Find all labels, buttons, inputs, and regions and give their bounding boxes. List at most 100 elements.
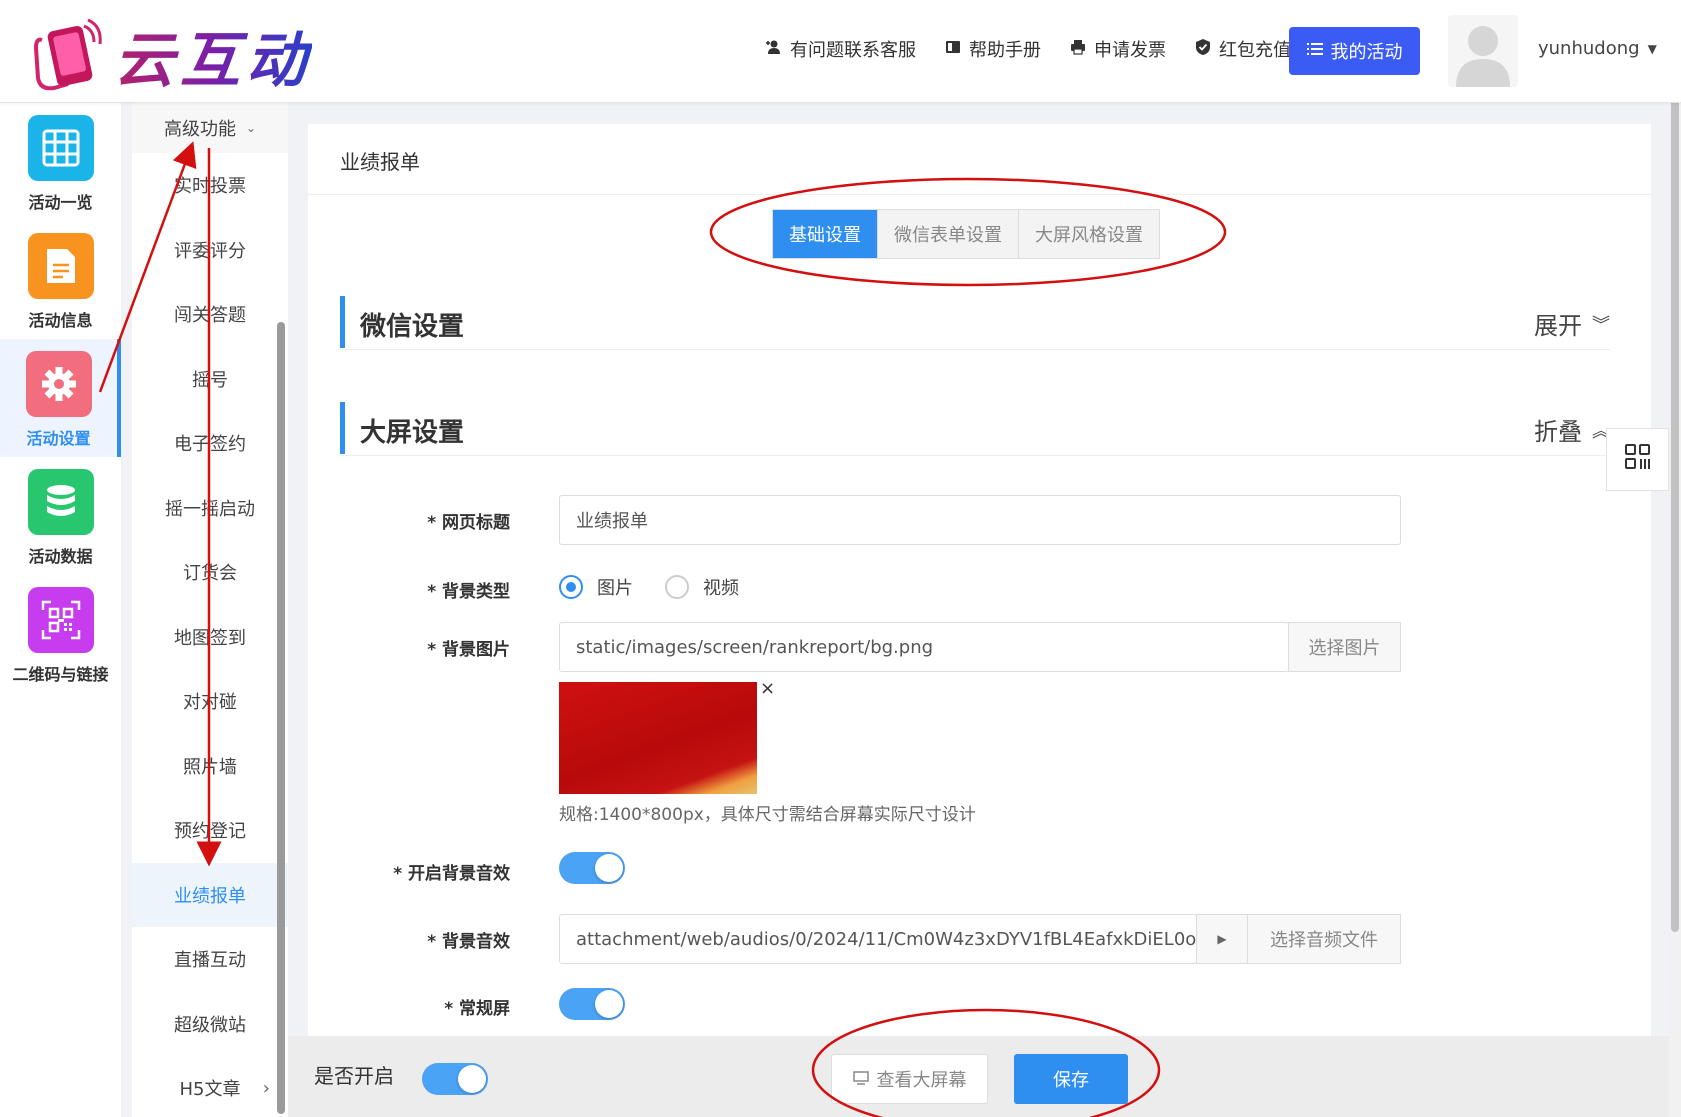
wechat-expand-toggle[interactable]: 展开 ︾: [1534, 306, 1610, 341]
sub-item-shake-start[interactable]: 摇一摇启动: [132, 476, 288, 541]
grid-icon: [27, 115, 94, 181]
page-title: 业绩报单: [340, 150, 420, 174]
background-image-preview: [559, 682, 757, 794]
bg-type-radio-group: 图片 视频: [559, 574, 739, 600]
section-accent-bar: [340, 402, 345, 454]
double-chevron-down-icon: ︾: [1592, 314, 1610, 336]
section-accent-bar: [340, 296, 345, 348]
sub-item-order-meeting[interactable]: 订货会: [132, 540, 288, 605]
bg-music-enable-toggle[interactable]: [559, 852, 625, 884]
list-icon: [1306, 41, 1323, 62]
printer-icon: [1069, 38, 1087, 61]
bg-image-field-label: * 背景图片: [427, 640, 510, 660]
qrcode-icon: [27, 587, 94, 653]
main-sidebar: 活动一览 活动信息 活动设置 活动数据 二维码与链接: [0, 103, 121, 1117]
image-size-hint: 规格:1400*800px，具体尺寸需结合屏幕实际尺寸设计: [559, 805, 976, 825]
my-activity-button[interactable]: 我的活动: [1289, 27, 1420, 75]
sub-item-judge-score[interactable]: 评委评分: [132, 218, 288, 283]
tab-basic-settings[interactable]: 基础设置: [773, 210, 878, 258]
advanced-features-header[interactable]: 高级功能 ⌄: [132, 103, 288, 153]
sub-item-realtime-vote[interactable]: 实时投票: [132, 153, 288, 218]
book-icon: [944, 38, 962, 61]
sub-item-photo-wall[interactable]: 照片墙: [132, 734, 288, 799]
sidebar-label-activity-list: 活动一览: [28, 193, 93, 212]
logo-text: 云互动: [114, 12, 312, 99]
sub-item-live-interaction[interactable]: 直播互动: [132, 927, 288, 992]
user-add-icon: [765, 38, 783, 61]
gear-icon: [25, 351, 92, 417]
bg-type-image-radio[interactable]: [559, 575, 583, 599]
sub-item-match-game[interactable]: 对对碰: [132, 669, 288, 734]
sub-sidebar-scrollbar[interactable]: [277, 322, 285, 1114]
bg-type-field-label: * 背景类型: [427, 582, 510, 602]
play-audio-button[interactable]: ▶: [1196, 914, 1248, 964]
choose-audio-button[interactable]: 选择音频文件: [1247, 914, 1401, 964]
chevron-right-icon: ›: [262, 1077, 270, 1099]
normal-screen-toggle[interactable]: [559, 988, 625, 1020]
bg-image-path-input[interactable]: static/images/screen/rankreport/bg.png: [559, 622, 1289, 672]
bg-music-path-input[interactable]: attachment/web/audios/0/2024/11/Cm0W4z3x…: [559, 914, 1197, 964]
logo[interactable]: 云互动: [28, 12, 312, 99]
play-icon: ▶: [1217, 932, 1227, 946]
sub-item-lottery-number[interactable]: 摇号: [132, 347, 288, 412]
sub-item-micro-site[interactable]: 超级微站: [132, 992, 288, 1057]
page-scrollbar-thumb[interactable]: [1671, 2, 1679, 932]
qrcode-icon: [1624, 443, 1652, 476]
bg-type-video-label: 视频: [703, 578, 739, 599]
screen-settings-title: 大屏设置: [360, 418, 465, 448]
choose-image-button[interactable]: 选择图片: [1288, 622, 1401, 672]
chevron-down-icon: ⌄: [245, 121, 257, 135]
sidebar-item-qrcode-links[interactable]: 二维码与链接: [0, 575, 121, 693]
settings-card: 业绩报单 基础设置 微信表单设置 大屏风格设置 微信设置 展开 ︾ 大屏设置 折…: [308, 124, 1651, 1037]
title-divider: [308, 194, 1651, 195]
nav-invoice[interactable]: 申请发票: [1069, 36, 1166, 62]
settings-tabs: 基础设置 微信表单设置 大屏风格设置: [772, 209, 1160, 259]
normal-screen-label: * 常规屏: [444, 999, 510, 1019]
sidebar-item-activity-list[interactable]: 活动一览: [0, 103, 121, 221]
bottom-action-bar: 是否开启 查看大屏幕 保存: [288, 1036, 1670, 1117]
save-button[interactable]: 保存: [1014, 1054, 1128, 1104]
database-icon: [27, 469, 94, 535]
nav-recharge[interactable]: 红包充值: [1194, 36, 1291, 62]
enable-toggle[interactable]: [422, 1063, 488, 1095]
feature-sidebar: 高级功能 ⌄ 实时投票 评委评分 闯关答题 摇号 电子签约 摇一摇启动 订货会 …: [132, 103, 288, 1117]
tab-wechat-form-settings[interactable]: 微信表单设置: [878, 210, 1019, 258]
sidebar-item-activity-data[interactable]: 活动数据: [0, 457, 121, 575]
tab-screen-style-settings[interactable]: 大屏风格设置: [1019, 210, 1159, 258]
logo-phone-icon: [28, 18, 104, 94]
sub-item-performance-report[interactable]: 业绩报单: [132, 862, 288, 927]
sub-item-quiz[interactable]: 闯关答题: [132, 282, 288, 347]
sidebar-label-activity-data: 活动数据: [28, 547, 93, 566]
sidebar-item-activity-info[interactable]: 活动信息: [0, 221, 121, 339]
page-title-field-label: * 网页标题: [427, 513, 510, 533]
top-header: 云互动 有问题联系客服 帮助手册 申请发票 红包充值 我的活动 yunhudon…: [0, 0, 1681, 103]
avatar[interactable]: [1448, 15, 1518, 87]
wechat-settings-title: 微信设置: [360, 312, 465, 342]
expand-label: 展开: [1534, 312, 1582, 340]
view-big-screen-label: 查看大屏幕: [876, 1070, 967, 1091]
nav-invoice-label: 申请发票: [1094, 40, 1166, 61]
sub-item-h5-article[interactable]: H5文章 ›: [132, 1056, 288, 1117]
sub-item-reservation[interactable]: 预约登记: [132, 798, 288, 863]
sidebar-label-activity-settings: 活动设置: [26, 429, 91, 448]
shield-check-icon: [1194, 38, 1212, 61]
sub-item-map-checkin[interactable]: 地图签到: [132, 605, 288, 670]
sub-item-e-sign[interactable]: 电子签约: [132, 411, 288, 476]
page-scrollbar[interactable]: [1669, 0, 1681, 1117]
sidebar-item-activity-settings[interactable]: 活动设置: [0, 339, 121, 457]
remove-image-icon[interactable]: ×: [760, 678, 775, 699]
nav-help-manual[interactable]: 帮助手册: [944, 36, 1041, 62]
view-big-screen-button[interactable]: 查看大屏幕: [831, 1054, 988, 1104]
bg-music-enable-label: * 开启背景音效: [393, 864, 510, 884]
sidebar-label-activity-info: 活动信息: [28, 311, 93, 330]
nav-contact-service[interactable]: 有问题联系客服: [765, 36, 916, 62]
nav-contact-label: 有问题联系客服: [790, 40, 916, 61]
page-title-input[interactable]: 业绩报单: [559, 495, 1401, 545]
floating-qrcode-button[interactable]: [1606, 428, 1669, 491]
top-nav: 有问题联系客服 帮助手册 申请发票 红包充值: [765, 36, 1291, 62]
nav-help-label: 帮助手册: [969, 40, 1041, 61]
screen-collapse-toggle[interactable]: 折叠 ︽: [1534, 412, 1610, 447]
user-menu[interactable]: yunhudong ▼: [1538, 38, 1657, 59]
caret-down-icon: ▼: [1647, 41, 1657, 56]
bg-type-video-radio[interactable]: [665, 575, 689, 599]
